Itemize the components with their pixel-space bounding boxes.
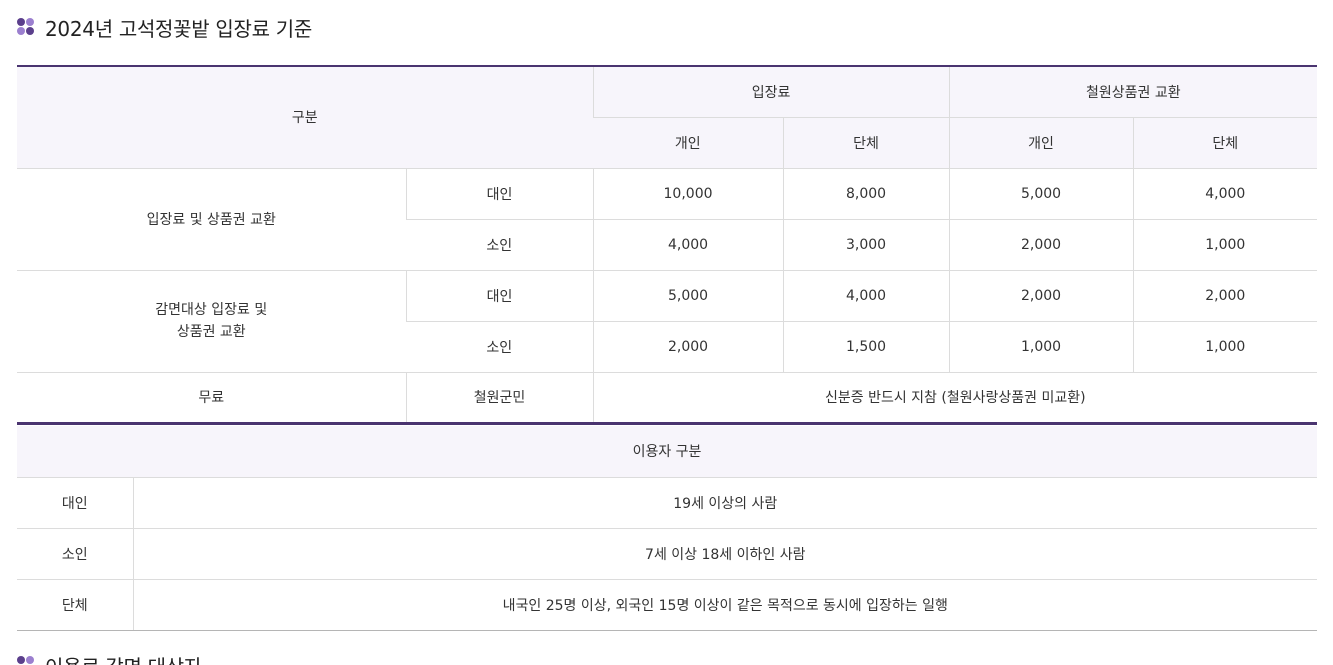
user-label: 대인: [17, 477, 133, 529]
row-group-label-line2: 상품권 교환: [176, 324, 246, 340]
user-category-table: 이용자 구분 대인 19세 이상의 사람 소인 7세 이상 18세 이하인 사람…: [17, 426, 1318, 631]
table-row: 단체 내국인 25명 이상, 외국인 15명 이상이 같은 목적으로 동시에 입…: [17, 579, 1318, 631]
header-admission-individual: 개인: [593, 117, 784, 169]
user-desc: 19세 이상의 사람: [132, 477, 1318, 529]
section-title: 2024년 고석정꽃밭 입장료 기준: [45, 16, 312, 41]
free-label: 무료: [17, 372, 406, 425]
section-heading-discount: 이용료 감면 대상자: [17, 650, 202, 665]
table-row: 감면대상 입장료 및 상품권 교환 대인 5,000 4,000 2,000 2…: [17, 270, 1318, 373]
header-admission: 입장료: [592, 66, 950, 118]
section-heading-fees: 2024년 고석정꽃밭 입장료 기준: [17, 12, 312, 42]
section-title: 이용료 감면 대상자: [45, 651, 202, 665]
cell-admission-individual: 10,000: [592, 168, 784, 220]
cell-voucher-group: 4,000: [1132, 168, 1318, 220]
table-row: 소인 7세 이상 18세 이하인 사람: [17, 528, 1318, 580]
table-row: 입장료 및 상품권 교환 대인 10,000 8,000 5,000 4,000: [17, 168, 1318, 271]
cell-voucher-group: 2,000: [1132, 270, 1318, 322]
cell-voucher-individual: 2,000: [948, 219, 1134, 271]
row-type: 소인: [406, 321, 594, 373]
cell-voucher-individual: 2,000: [948, 270, 1134, 322]
row-type: 대인: [405, 168, 594, 220]
table-row-free: 무료 철원군민 신분증 반드시 지참 (철원사랑상품권 미교환): [17, 372, 1318, 425]
row-group-label-line1: 감면대상 입장료 및: [155, 302, 268, 318]
user-desc: 7세 이상 18세 이하인 사람: [132, 528, 1318, 580]
cell-admission-individual: 2,000: [592, 321, 784, 373]
bullet-dots-icon: [17, 18, 35, 36]
header-voucher-group: 단체: [1132, 117, 1318, 169]
user-label: 단체: [17, 579, 133, 631]
cell-admission-group: 4,000: [782, 270, 950, 322]
row-type: 소인: [406, 219, 594, 271]
header-admission-group: 단체: [782, 117, 950, 169]
cell-voucher-group: 1,000: [1132, 321, 1318, 373]
row-type: 대인: [405, 270, 594, 322]
table-header-row: 구분 입장료 철원상품권 교환: [17, 66, 1318, 169]
cell-admission-group: 3,000: [782, 219, 950, 271]
user-desc: 내국인 25명 이상, 외국인 15명 이상이 같은 목적으로 동시에 입장하는…: [132, 579, 1318, 631]
header-voucher-individual: 개인: [948, 117, 1134, 169]
free-type: 철원군민: [405, 372, 594, 425]
free-note: 신분증 반드시 지참 (철원사랑상품권 미교환): [592, 372, 1318, 425]
table-row: 대인 19세 이상의 사람: [17, 477, 1318, 529]
header-category: 구분: [17, 66, 594, 169]
user-label: 소인: [17, 528, 133, 580]
cell-voucher-individual: 1,000: [948, 321, 1134, 373]
bullet-dots-icon: [17, 656, 35, 665]
admission-fee-table: 구분 입장료 철원상품권 교환 개인 단체 개인 단체 입장료 및 상품권 교환…: [17, 65, 1318, 425]
cell-admission-group: 1,500: [782, 321, 950, 373]
row-group-label: 감면대상 입장료 및 상품권 교환: [17, 270, 406, 373]
cell-voucher-group: 1,000: [1132, 219, 1318, 271]
cell-voucher-individual: 5,000: [948, 168, 1134, 220]
cell-admission-group: 8,000: [782, 168, 950, 220]
cell-admission-individual: 5,000: [592, 270, 784, 322]
header-voucher: 철원상품권 교환: [948, 66, 1318, 118]
cell-admission-individual: 4,000: [592, 219, 784, 271]
row-group-label: 입장료 및 상품권 교환: [17, 168, 406, 271]
user-table-title: 이용자 구분: [17, 426, 1318, 478]
user-table-header-row: 이용자 구분: [17, 426, 1318, 478]
